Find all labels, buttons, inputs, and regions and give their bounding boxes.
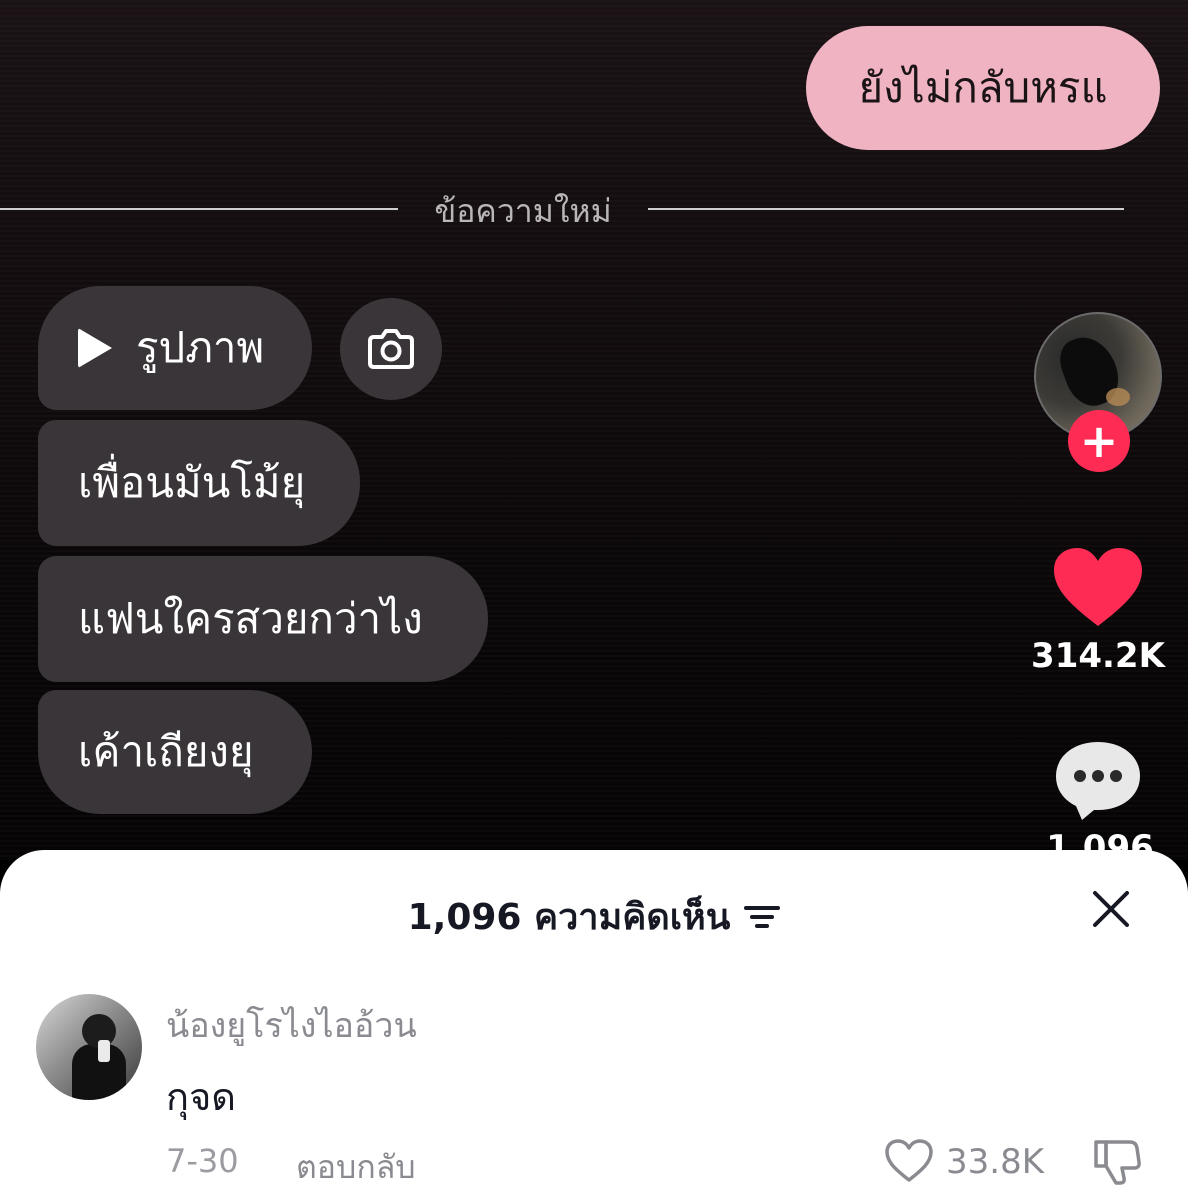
close-icon[interactable]	[1092, 890, 1130, 928]
like-count: 314.2K	[1031, 636, 1165, 676]
received-message-bubble: แฟนใครสวยกว่าไง	[38, 556, 488, 682]
thumbs-down-icon[interactable]	[1092, 1136, 1142, 1186]
media-label: รูปภาพ	[136, 323, 265, 372]
comment-text: กุจด	[166, 1075, 236, 1119]
divider-line-right	[648, 208, 1124, 210]
heart-icon[interactable]	[1052, 546, 1144, 630]
received-message-bubble: เค้าเถียงยุ	[38, 690, 312, 814]
sort-icon[interactable]	[744, 903, 781, 931]
comment-like-count: 33.8K	[946, 1142, 1044, 1182]
comment-bubble-icon[interactable]	[1054, 738, 1142, 822]
heart-outline-icon[interactable]	[884, 1138, 934, 1184]
sent-message-bubble: ยังไม่กลับหรแ	[806, 26, 1160, 150]
comments-header: 1,096 ความคิดเห็น	[0, 888, 1188, 945]
follow-plus-button[interactable]: +	[1068, 410, 1130, 472]
new-messages-divider-label: ข้อความใหม่	[434, 192, 612, 230]
play-icon	[78, 328, 112, 368]
received-media-bubble: รูปภาพ	[38, 286, 312, 410]
comment-date: 7-30	[166, 1142, 239, 1180]
comments-title: 1,096 ความคิดเห็น	[407, 897, 731, 938]
divider-line-left	[0, 208, 398, 210]
video-background[interactable]: ยังไม่กลับหรแ ข้อความใหม่ รูปภาพ เพื่อนม…	[0, 0, 1188, 860]
avatar[interactable]	[36, 994, 142, 1100]
reply-button[interactable]: ตอบกลับ	[296, 1142, 416, 1193]
comment-username[interactable]: น้องยูโรไงไออ้วน	[166, 998, 417, 1052]
received-message-bubble: เพื่อนมันโม้ยุ	[38, 420, 360, 546]
camera-button	[340, 298, 442, 400]
camera-icon	[368, 329, 414, 369]
comments-sheet: 1,096 ความคิดเห็น น้องยูโรไงไออ้วน กุจด …	[0, 850, 1188, 1200]
